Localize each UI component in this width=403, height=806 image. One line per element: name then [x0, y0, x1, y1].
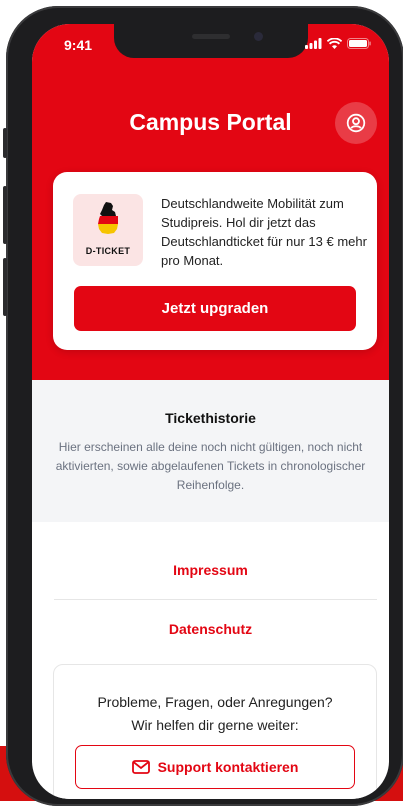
support-text: Probleme, Fragen, oder Anregungen? Wir h… — [54, 691, 376, 737]
germany-map-icon — [98, 202, 118, 234]
phone-screen: 9:41 Campus Portal D-TICKET Deutschlandw… — [32, 24, 389, 799]
phone-volume-up — [3, 186, 7, 244]
user-circle-icon — [346, 113, 366, 133]
divider — [54, 599, 377, 600]
promo-card: D-TICKET Deutschlandweite Mobilität zum … — [53, 172, 377, 350]
upgrade-button[interactable]: Jetzt upgraden — [74, 286, 356, 331]
wifi-icon — [327, 38, 342, 49]
speaker-grille — [192, 34, 230, 39]
datenschutz-link[interactable]: Datenschutz — [32, 621, 389, 637]
ticket-history-description: Hier erscheinen alle deine noch nicht gü… — [55, 440, 366, 492]
contact-support-button[interactable]: Support kontaktieren — [75, 745, 355, 789]
dticket-label: D-TICKET — [85, 246, 131, 256]
signal-icon — [305, 38, 322, 49]
ticket-history-title: Tickethistorie — [165, 410, 256, 426]
support-line-1: Probleme, Fragen, oder Anregungen? — [97, 694, 333, 710]
profile-button[interactable] — [335, 102, 377, 144]
phone-volume-down — [3, 258, 7, 316]
support-line-2: Wir helfen dir gerne weiter: — [131, 717, 299, 733]
contact-support-label: Support kontaktieren — [157, 759, 299, 775]
status-icons — [305, 38, 371, 49]
notch — [114, 24, 308, 58]
status-time: 9:41 — [64, 37, 93, 53]
support-card: Probleme, Fragen, oder Anregungen? Wir h… — [53, 664, 377, 799]
battery-icon — [347, 38, 371, 49]
ticket-history-section: Tickethistorie Hier erscheinen alle dein… — [32, 380, 389, 522]
phone-mute-switch — [3, 128, 7, 158]
promo-text: Deutschlandweite Mobilität zum Studiprei… — [161, 196, 367, 268]
mail-icon — [131, 760, 150, 774]
dticket-logo: D-TICKET — [73, 194, 143, 266]
impressum-link[interactable]: Impressum — [32, 562, 389, 578]
phone-frame: 9:41 Campus Portal D-TICKET Deutschlandw… — [3, 6, 403, 806]
front-camera — [254, 32, 263, 41]
